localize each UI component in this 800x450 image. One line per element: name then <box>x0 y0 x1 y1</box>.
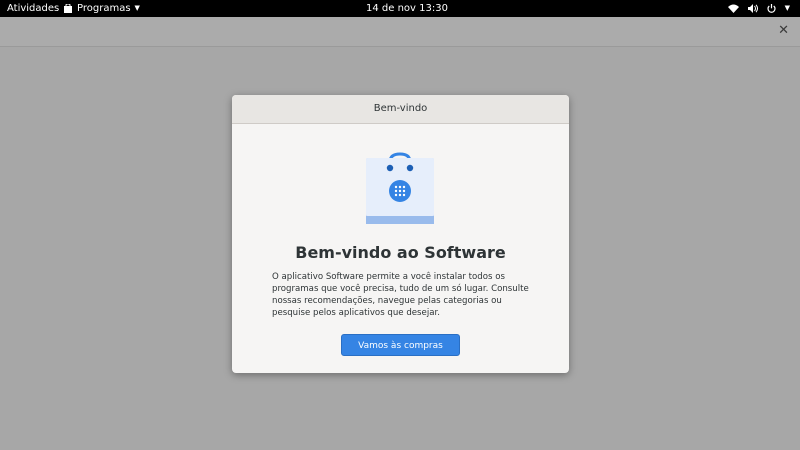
shopping-bag-icon <box>366 152 434 224</box>
welcome-description: O aplicativo Software permite a você ins… <box>272 272 529 318</box>
volume-icon <box>747 4 758 13</box>
welcome-dialog: Bem-vindo Bem-vindo ao Software O aplica… <box>232 95 569 373</box>
clock[interactable]: 14 de nov 13:30 <box>366 0 448 17</box>
apps-menu-label: Programas <box>77 3 131 14</box>
close-icon[interactable]: ✕ <box>778 23 789 39</box>
apps-menu-button[interactable]: Programas ▼ <box>64 0 140 17</box>
shopping-bag-icon <box>64 4 72 13</box>
chevron-down-icon: ▼ <box>784 4 790 12</box>
top-bar: Atividades Programas ▼ 14 de nov 13:30 ▼ <box>0 0 800 17</box>
lets-go-shopping-button[interactable]: Vamos às compras <box>341 334 460 356</box>
activities-button[interactable]: Atividades <box>7 0 59 17</box>
power-icon <box>767 4 776 13</box>
welcome-heading: Bem-vindo ao Software <box>295 243 506 262</box>
dialog-title: Bem-vindo <box>232 95 569 124</box>
window-header: ✕ <box>0 17 800 47</box>
chevron-down-icon: ▼ <box>134 4 140 12</box>
system-tray[interactable]: ▼ <box>727 0 790 17</box>
wifi-icon <box>727 4 739 13</box>
